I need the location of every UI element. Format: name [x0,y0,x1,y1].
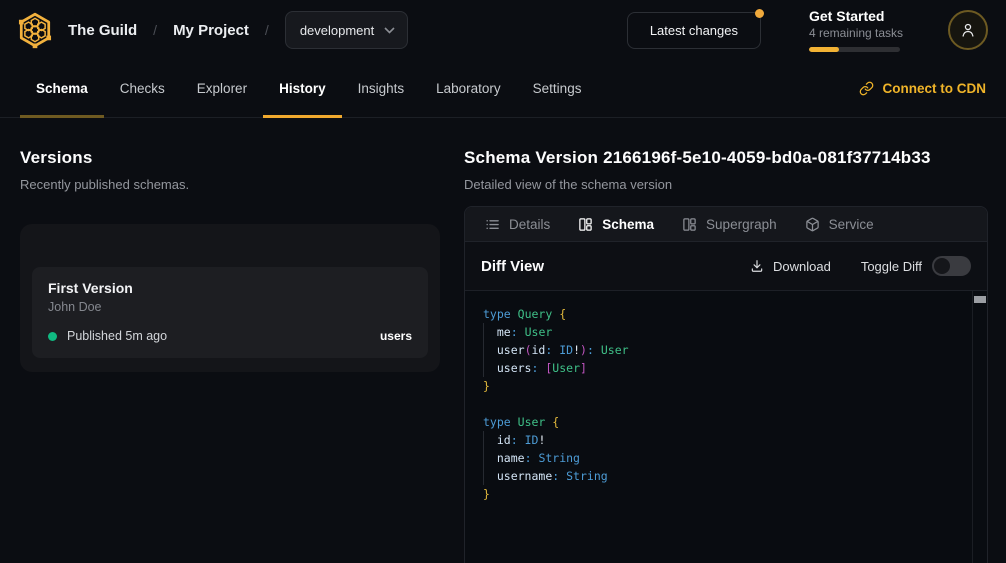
diff-view-actions: Download Toggle Diff [750,256,971,276]
versions-subtitle: Recently published schemas. [20,177,440,192]
versions-title: Versions [20,148,440,168]
detail-tab-bar: Details Schema [465,207,987,242]
tab-laboratory[interactable]: Laboratory [420,60,517,117]
breadcrumb: The Guild / My Project / [68,22,269,39]
toggle-diff-control: Toggle Diff [861,256,971,276]
latest-changes-label: Latest changes [650,23,738,38]
list-icon [485,217,500,232]
target-nav-tabs: Schema Checks Explorer History Insights … [0,60,1006,118]
get-started-title: Get Started [809,8,900,24]
code-line: me: User [483,323,971,341]
version-status: Published 5m ago [67,329,167,343]
code-line: user(id: ID!): User [483,341,971,359]
schema-version-column: Schema Version 2166196f-5e10-4059-bd0a-0… [464,148,988,563]
cube-icon [805,217,820,232]
connect-to-cdn-link[interactable]: Connect to CDN [859,60,987,117]
detail-tab-service[interactable]: Service [805,217,874,232]
progress-fill [809,47,839,52]
scrollbar-thumb[interactable] [974,296,986,303]
version-list-item[interactable]: First Version John Doe Published 5m ago … [32,267,428,358]
environment-select-value: development [300,23,374,38]
tab-explorer[interactable]: Explorer [181,60,263,117]
code-line: users: [User] [483,359,971,377]
columns-icon [682,217,697,232]
diff-view-header: Diff View Download Toggle D [465,242,987,291]
schema-detail-panel: Details Schema [464,206,988,563]
code-line: id: ID! [483,431,971,449]
breadcrumb-separator: / [153,22,157,38]
link-icon [859,81,874,96]
notification-dot [755,9,764,18]
top-header: The Guild / My Project / development Lat… [0,0,1006,60]
version-service-badge: users [380,329,412,343]
schema-version-subtitle: Detailed view of the schema version [464,177,988,192]
tab-settings[interactable]: Settings [517,60,598,117]
hive-logo-icon[interactable] [16,11,54,49]
tab-schema[interactable]: Schema [20,60,104,117]
tab-insights[interactable]: Insights [342,60,421,117]
version-author: John Doe [48,300,412,314]
tab-checks[interactable]: Checks [104,60,181,117]
versions-list-card: First Version John Doe Published 5m ago … [20,224,440,372]
environment-select[interactable]: development [285,11,408,49]
breadcrumb-project[interactable]: My Project [173,22,249,39]
code-lines: type Query { me: User user(id: ID!): Use… [483,305,971,503]
published-status-dot [48,332,57,341]
version-name: First Version [48,280,412,296]
code-line [483,395,971,413]
get-started-progressbar [809,47,900,52]
code-line: username: String [483,467,971,485]
breadcrumb-separator: / [265,22,269,38]
get-started-subtitle: 4 remaining tasks [809,26,900,40]
version-meta-row: Published 5m ago users [48,329,412,343]
tab-history[interactable]: History [263,60,342,117]
detail-tab-supergraph[interactable]: Supergraph [682,217,777,232]
chevron-down-icon [384,27,395,34]
person-icon [959,21,977,39]
schema-sdl-viewer[interactable]: type Query { me: User user(id: ID!): Use… [465,291,987,563]
columns-icon [578,217,593,232]
main-content: Versions Recently published schemas. Fir… [0,118,1006,563]
diff-view-title: Diff View [481,258,544,275]
download-button[interactable]: Download [750,259,831,274]
get-started-widget[interactable]: Get Started 4 remaining tasks [809,8,900,52]
detail-tab-schema[interactable]: Schema [578,217,654,232]
code-line: } [483,377,971,395]
code-line: name: String [483,449,971,467]
latest-changes-button[interactable]: Latest changes [627,12,761,49]
code-line: type Query { [483,305,971,323]
schema-version-title: Schema Version 2166196f-5e10-4059-bd0a-0… [464,148,988,168]
code-scrollbar[interactable] [972,291,987,563]
breadcrumb-org[interactable]: The Guild [68,22,137,39]
toggle-diff-label: Toggle Diff [861,259,922,274]
versions-column: Versions Recently published schemas. Fir… [20,148,440,563]
user-avatar[interactable] [948,10,988,50]
switch-knob [934,258,950,274]
code-line: } [483,485,971,503]
detail-tab-details[interactable]: Details [485,217,550,232]
toggle-diff-switch[interactable] [932,256,971,276]
code-line: type User { [483,413,971,431]
download-icon [750,259,764,273]
